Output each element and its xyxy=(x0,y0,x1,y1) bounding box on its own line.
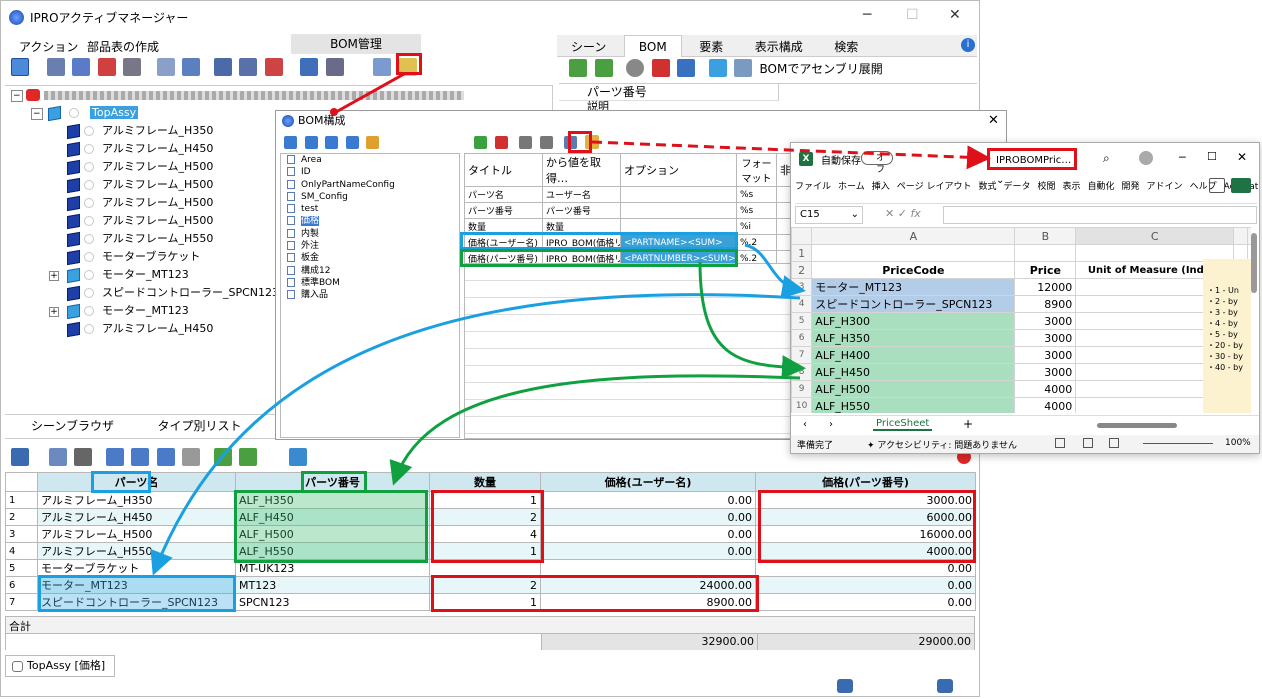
arrow-partnumber-to-pricecode xyxy=(698,261,806,380)
arrow-username-to-pricecode xyxy=(744,243,806,299)
arrow-pricecode-to-grid-names xyxy=(150,293,801,576)
connector-arrows xyxy=(150,72,991,576)
arrow-to-excel-file xyxy=(591,140,991,170)
arrow-pricecode-to-grid-numbers xyxy=(389,374,801,486)
arrow-open-dialog xyxy=(335,72,405,114)
arrow-open-dialog-dot xyxy=(330,108,338,116)
